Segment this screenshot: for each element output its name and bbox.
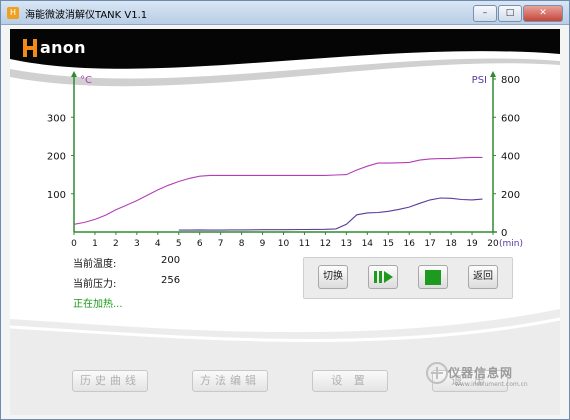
x-tick-label: 18 — [445, 239, 457, 249]
x-tick-label: 7 — [218, 239, 224, 249]
x-tick-label: 1 — [92, 239, 98, 249]
minimize-button[interactable]: – — [473, 5, 497, 22]
temp-label: 当前温度: — [73, 259, 117, 270]
title-bar[interactable]: H 海能微波消解仪TANK V1.1 – □ ✕ — [1, 1, 569, 25]
main-content: anon °C PSI 100 200 300 0 200 400 600 800 0 1 2 3 4 5 6 7… — [10, 29, 560, 415]
settings-button[interactable]: 设 置 — [312, 370, 388, 392]
app-icon: H — [7, 7, 19, 19]
temp-value: 200 — [161, 255, 181, 266]
method-edit-button[interactable]: 方法编辑 — [192, 370, 268, 392]
left-axis-arrow — [71, 71, 77, 77]
x-tick-label: 17 — [424, 239, 435, 249]
series-line-temperature — [73, 156, 483, 225]
x-tick-label: 15 — [383, 239, 394, 249]
x-tick-label: 3 — [134, 239, 140, 249]
x-tick-label: 8 — [239, 239, 245, 249]
x-tick-label: 12 — [320, 239, 331, 249]
pressure-value: 256 — [161, 275, 181, 286]
app-window: H 海能微波消解仪TANK V1.1 – □ ✕ anon °C PSI 100 20… — [0, 0, 570, 420]
back-button[interactable]: 返回 — [468, 265, 498, 289]
x-tick-label: 19 — [466, 239, 478, 249]
close-button[interactable]: ✕ — [523, 5, 563, 22]
x-tick-label: 11 — [299, 239, 310, 249]
left-axis-label: °C — [80, 75, 92, 86]
x-tick-label: 2 — [113, 239, 119, 249]
x-tick-label: 4 — [155, 239, 161, 249]
process-chart: °C PSI10020030002004006008000 1 2 3 4 5 6 7 8 9 10 1… — [47, 71, 523, 249]
watermark-brand: 仪器信息网 — [448, 366, 514, 380]
history-curve-button[interactable]: 历史曲线 — [72, 370, 148, 392]
play-pause-icon — [374, 271, 393, 283]
pressure-label: 当前压力: — [73, 279, 117, 290]
x-tick-label: 20 — [487, 239, 499, 249]
window-controls: – □ ✕ — [473, 5, 563, 22]
series-line-pressure — [178, 197, 483, 231]
x-tick-label: 10 — [278, 239, 290, 249]
x-tick-label: 13 — [341, 239, 352, 249]
left-tick-label: 100 — [47, 190, 66, 201]
right-tick-label: 200 — [501, 190, 520, 201]
window-title: 海能微波消解仪TANK V1.1 — [25, 10, 148, 21]
x-unit-label: (min) — [499, 239, 523, 249]
right-axis-label: PSI — [472, 75, 487, 86]
start-button[interactable] — [368, 265, 398, 289]
control-panel: 切换 返回 — [303, 257, 513, 299]
x-tick-label: 9 — [260, 239, 266, 249]
left-tick-label: 200 — [47, 152, 66, 163]
switch-button[interactable]: 切换 — [318, 265, 348, 289]
right-tick-label: 0 — [501, 228, 507, 239]
x-tick-label: 16 — [403, 239, 415, 249]
right-tick-label: 400 — [501, 152, 520, 163]
right-tick-label: 800 — [501, 75, 520, 86]
x-tick-label: 6 — [197, 239, 203, 249]
status-text: 正在加热... — [73, 299, 123, 310]
right-axis-arrow — [490, 71, 496, 77]
left-tick-label: 300 — [47, 113, 66, 124]
watermark-url: www.instrument.com.cn — [455, 381, 528, 388]
stop-button[interactable] — [418, 265, 448, 289]
x-tick-label: 14 — [362, 239, 374, 249]
x-tick-label: 0 — [71, 239, 77, 249]
stop-icon — [425, 270, 441, 285]
x-tick-label: 5 — [176, 239, 182, 249]
right-tick-label: 600 — [501, 113, 520, 124]
maximize-button[interactable]: □ — [498, 5, 522, 22]
